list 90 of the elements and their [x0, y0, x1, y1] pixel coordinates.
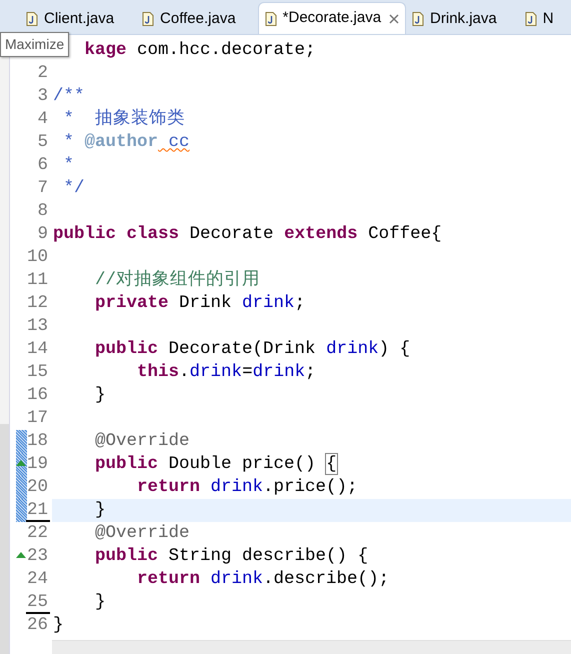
editor-tab[interactable]: Client.java: [20, 4, 136, 34]
code-text: String describe() {: [168, 546, 368, 566]
line-number: 10: [26, 246, 48, 270]
line-number: 16: [26, 384, 48, 408]
annotation: @Override: [94, 431, 190, 452]
code-text: Coffee{: [367, 224, 442, 244]
code-text: }: [94, 385, 106, 406]
doc-comment: *: [62, 155, 74, 176]
line-number: 22: [26, 522, 48, 546]
line-number: 25: [26, 591, 48, 614]
line-number: 20: [26, 476, 48, 500]
line-number: 5: [37, 131, 48, 154]
keyword: public class: [53, 224, 180, 244]
line-number: 3: [37, 85, 48, 108]
code-text: ;: [305, 362, 316, 382]
line-number: 21: [26, 499, 48, 522]
line-number: 15: [26, 361, 48, 384]
line-number: 2: [37, 62, 48, 86]
line-number: 4: [37, 108, 48, 132]
tab-label: Client.java: [44, 8, 114, 29]
parameter-name: drink: [252, 362, 306, 382]
triangle-icon[interactable]: [16, 552, 26, 558]
code-text: Drink: [178, 293, 233, 314]
tab-label: *Decorate.java: [282, 8, 382, 28]
line-number: 6: [37, 154, 48, 178]
field-name: drink: [190, 362, 242, 382]
line-number: 13: [26, 315, 48, 338]
keyword: public: [94, 546, 158, 566]
doc-comment: *: [62, 132, 76, 152]
line-number: 9: [37, 223, 48, 246]
keyword: this: [136, 362, 180, 382]
doc-comment: * 抽象装饰类: [62, 109, 186, 130]
java-file-icon: [524, 12, 537, 26]
field-name: drink: [210, 569, 264, 590]
editor-tab[interactable]: Drink.java: [406, 4, 519, 34]
matching-bracket: {: [326, 454, 337, 474]
line-number: 17: [26, 407, 48, 430]
code-text: }: [94, 592, 106, 612]
code-comment: //对抽象组件的引用: [94, 270, 260, 290]
line-number: 26: [26, 614, 48, 638]
code-text: com.hcc.decorate;: [136, 40, 316, 60]
parameter-name: drink: [326, 339, 379, 360]
keyword: public: [94, 454, 158, 474]
doc-comment: /**: [53, 86, 85, 106]
code-text: }: [94, 500, 106, 520]
line-number: 18: [26, 430, 48, 454]
line-number: 8: [37, 200, 48, 224]
java-file-icon: [26, 12, 38, 26]
code-text: ;: [294, 293, 306, 314]
code-text: .price();: [263, 477, 358, 498]
tab-label: Coffee.java: [160, 8, 236, 29]
java-file-icon: [264, 12, 277, 26]
code-text: .: [179, 362, 190, 382]
keyword: return: [136, 477, 200, 498]
tooltip: Maximize: [0, 32, 70, 57]
line-number: 11: [26, 269, 48, 292]
line-number: 24: [26, 568, 48, 592]
code-text: =: [242, 362, 253, 382]
java-file-icon: [412, 12, 424, 26]
code-text: Decorate: [188, 224, 275, 244]
triangle-icon[interactable]: [16, 460, 26, 466]
line-number: 19: [26, 453, 48, 476]
line-number: 12: [26, 292, 48, 316]
java-file-icon: [142, 12, 154, 26]
keyword: public: [94, 339, 158, 360]
misspelled-word: cc: [168, 132, 190, 152]
annotation: @Override: [94, 523, 190, 544]
code-text: Decorate(Drink: [168, 339, 317, 360]
keyword: kage: [84, 40, 127, 60]
code-text: }: [53, 615, 64, 636]
tab-label: N: [542, 8, 554, 29]
keyword: return: [136, 569, 200, 590]
editor-tab[interactable]: Coffee.java: [136, 4, 258, 34]
code-text: .describe();: [263, 569, 390, 590]
keyword: private: [94, 293, 169, 314]
editor-tab[interactable]: *Decorate.java: [258, 2, 406, 34]
tab-label: Drink.java: [430, 8, 497, 29]
doc-comment: */: [62, 178, 85, 198]
code-text: Double price(): [168, 454, 317, 474]
editor-tab[interactable]: N: [518, 4, 571, 34]
keyword: extends: [284, 224, 358, 244]
field-name: drink: [242, 293, 295, 314]
line-number: 7: [37, 177, 48, 200]
line-number: 23: [26, 545, 48, 568]
field-name: drink: [210, 477, 264, 498]
code-text: ) {: [378, 339, 410, 360]
close-icon[interactable]: [389, 14, 400, 24]
doc-tag: @author: [84, 132, 158, 152]
line-number: 14: [26, 338, 48, 362]
horizontal-scrollbar[interactable]: [52, 640, 571, 654]
